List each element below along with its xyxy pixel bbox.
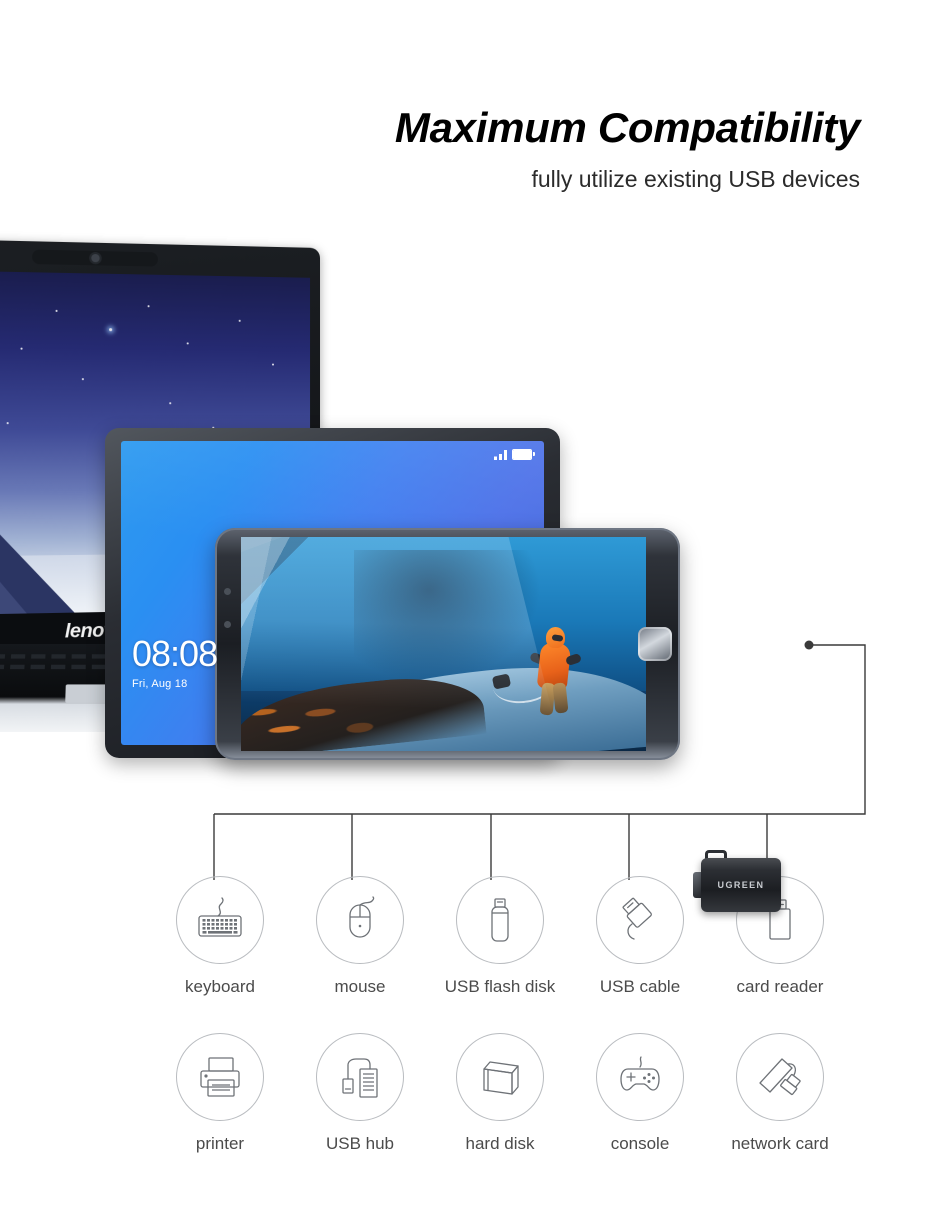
phone-device — [215, 528, 680, 760]
phone-screen — [241, 537, 646, 751]
compat-item-network-card[interactable]: network card — [710, 1033, 850, 1152]
laptop-mountain-left-2 — [0, 524, 27, 616]
mouse-icon — [316, 876, 404, 964]
tablet-status-bar — [494, 449, 535, 460]
compat-label: USB flash disk — [444, 977, 556, 996]
phone-screen-glare — [241, 537, 556, 751]
console-icon — [596, 1033, 684, 1121]
compat-label: keyboard — [185, 977, 255, 996]
clock-time: 08:08 — [132, 633, 218, 674]
compat-label: printer — [195, 1134, 245, 1153]
compat-label: console — [610, 1134, 670, 1153]
adapter-brand-label: UGREEN — [717, 880, 765, 890]
printer-icon — [176, 1033, 264, 1121]
compat-item-mouse[interactable]: mouse — [290, 876, 430, 995]
page-subtitle: fully utilize existing USB devices — [531, 166, 860, 193]
adapter-body: UGREEN — [701, 858, 781, 912]
compat-item-console[interactable]: console — [570, 1033, 710, 1152]
network-card-icon — [736, 1033, 824, 1121]
compat-item-keyboard[interactable]: keyboard — [150, 876, 290, 995]
compat-label: hard disk — [465, 1134, 535, 1153]
compat-item-hard-disk[interactable]: hard disk — [430, 1033, 570, 1152]
compat-item-usb-hub[interactable]: USB hub — [290, 1033, 430, 1152]
tablet-lockscreen-clock: 08:08 Fri, Aug 18 — [132, 633, 218, 691]
phone-home-button — [638, 627, 672, 661]
keyboard-icon — [176, 876, 264, 964]
compat-label: network card — [731, 1134, 829, 1153]
compat-item-usb-cable[interactable]: USB cable — [570, 876, 710, 995]
clock-date: Fri, Aug 18 — [132, 678, 188, 690]
usb-cable-icon — [596, 876, 684, 964]
page-title: Maximum Compatibility — [394, 104, 860, 151]
laptop-camera-icon — [91, 253, 100, 263]
phone-camera-icon — [224, 620, 231, 628]
device-showcase: lenovo 08:08 Fri, Aug 18 UGREEN — [0, 237, 930, 912]
compat-label: USB cable — [599, 977, 681, 996]
usb-flash-disk-icon — [456, 876, 544, 964]
compat-label: mouse — [334, 977, 386, 996]
compat-label: USB hub — [325, 1134, 395, 1153]
compatibility-icon-grid: keyboard mouse USB flash disk USB cable … — [150, 876, 850, 1190]
usb-hub-icon — [316, 1033, 404, 1121]
compat-item-usb-flash-disk[interactable]: USB flash disk — [430, 876, 570, 995]
hard-disk-icon — [456, 1033, 544, 1121]
battery-icon — [512, 449, 535, 460]
compat-item-printer[interactable]: printer — [150, 1033, 290, 1152]
compatibility-row-2: printer USB hub hard disk console networ… — [150, 1033, 850, 1152]
headline-block: Maximum Compatibility fully utilize exis… — [0, 104, 860, 194]
usb-adapter-product: UGREEN — [693, 850, 781, 920]
signal-bars-icon — [494, 449, 507, 460]
compat-label: card reader — [736, 977, 824, 996]
phone-speaker-icon — [224, 588, 231, 596]
